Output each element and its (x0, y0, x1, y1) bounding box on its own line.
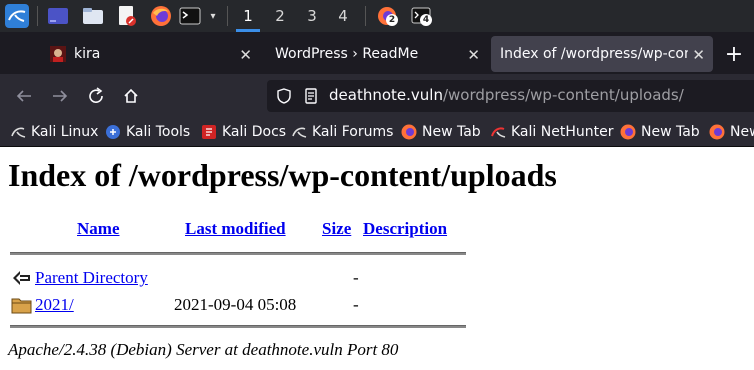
url-host: deathnote.vuln (329, 86, 443, 104)
page-title: Index of /wordpress/wp-content/uploads (8, 157, 557, 193)
taskbar: ▾ 1 2 3 4 2 4 (0, 0, 754, 32)
close-tab-icon[interactable]: ✕ (692, 46, 705, 64)
bookmark-label: New Tab (422, 124, 481, 140)
bookmark-label: Kali NetHunter (511, 124, 614, 140)
tab-strip: kira ✕ WordPress › ReadMe ✕ Index of /wo… (0, 32, 754, 74)
navigation-toolbar: deathnote.vuln/wordpress/wp-content/uplo… (0, 74, 754, 118)
firefox-window-icon[interactable]: 2 (374, 3, 400, 29)
file-manager-icon[interactable] (81, 3, 105, 29)
bookmark-label: Kali Docs (222, 124, 287, 140)
sort-by-description-link[interactable]: Description (363, 219, 447, 239)
footer-divider (10, 325, 466, 328)
sort-by-name-link[interactable]: Name (77, 219, 119, 239)
tab-wordpress-readme[interactable]: WordPress › ReadMe ✕ (264, 36, 488, 72)
sort-by-last-modified-link[interactable]: Last modified (185, 219, 286, 239)
bookmark-new-tab-3[interactable]: New Tab (709, 122, 754, 142)
home-icon[interactable] (119, 84, 143, 108)
firefox-icon (709, 124, 725, 140)
sort-by-size-link[interactable]: Size (322, 219, 351, 239)
workspace-2[interactable]: 2 (265, 0, 295, 32)
server-signature: Apache/2.4.38 (Debian) Server at deathno… (8, 340, 399, 359)
row-size: - (353, 295, 359, 314)
url-text[interactable]: deathnote.vuln/wordpress/wp-content/uplo… (329, 86, 684, 104)
tab-kira[interactable]: kira ✕ (40, 36, 260, 72)
forward-icon[interactable] (48, 84, 72, 108)
back-icon[interactable] (12, 84, 36, 108)
text-editor-icon[interactable] (115, 3, 139, 29)
firefox-window-count: 2 (386, 14, 398, 26)
bookmark-kali-forums[interactable]: Kali Forums (291, 122, 393, 142)
workspace-4[interactable]: 4 (328, 0, 358, 32)
url-path: /wordpress/wp-content/uploads/ (442, 86, 684, 104)
row-modified: 2021-09-04 05:08 (174, 295, 297, 314)
tab-index-of-uploads[interactable]: Index of /wordpress/wp-content ✕ (491, 36, 713, 72)
bookmark-label: Kali Forums (312, 124, 394, 140)
row-size: - (353, 268, 359, 287)
firefox-icon[interactable] (149, 3, 173, 29)
kali-menu-icon[interactable] (4, 3, 30, 29)
terminal-window-icon[interactable]: 4 (408, 3, 434, 29)
bookmark-kali-nethunter[interactable]: Kali NetHunter (490, 122, 613, 142)
folder-2021-link[interactable]: 2021/ (35, 295, 74, 315)
tab-title: Index of /wordpress/wp-content (500, 46, 688, 62)
kali-dragon-icon (292, 127, 307, 138)
bookmark-kali-docs[interactable]: Kali Docs (201, 122, 286, 142)
bookmarks-toolbar: Kali Linux Kali Tools Kali Docs Kali For… (0, 118, 754, 147)
back-icon (13, 271, 30, 285)
kali-tools-icon (106, 125, 120, 139)
kali-dragon-icon (11, 127, 26, 138)
shield-icon[interactable] (276, 88, 292, 104)
header-divider (10, 252, 466, 255)
bookmark-label: New Tab (641, 124, 700, 140)
terminal-window-count: 4 (420, 14, 432, 26)
page-content: Index of /wordpress/wp-content/uploads N… (0, 147, 754, 370)
bookmark-kali-tools[interactable]: Kali Tools (105, 122, 190, 142)
url-bar[interactable]: deathnote.vuln/wordpress/wp-content/uplo… (267, 80, 754, 112)
page-info-icon[interactable] (303, 88, 319, 104)
chevron-down-icon[interactable]: ▾ (206, 3, 220, 29)
show-desktop-icon[interactable] (46, 3, 70, 29)
firefox-icon (620, 124, 636, 140)
bookmark-kali-linux[interactable]: Kali Linux (10, 122, 98, 142)
bookmark-label: New Tab (730, 124, 754, 140)
firefox-icon (401, 124, 417, 140)
tab-title: WordPress › ReadMe (275, 46, 419, 62)
workspace-3[interactable]: 3 (297, 0, 327, 32)
bookmark-label: Kali Linux (31, 124, 99, 140)
kira-favicon-icon (50, 46, 66, 62)
bookmark-label: Kali Tools (126, 124, 191, 140)
terminal-icon[interactable] (179, 3, 201, 29)
nethunter-icon (491, 127, 506, 138)
bookmark-new-tab-1[interactable]: New Tab (401, 122, 481, 142)
parent-directory-link[interactable]: Parent Directory (35, 268, 148, 288)
kali-docs-icon (202, 125, 216, 139)
workspace-1[interactable]: 1 (233, 0, 263, 32)
close-tab-icon[interactable]: ✕ (239, 46, 252, 64)
close-tab-icon[interactable]: ✕ (467, 46, 480, 64)
bookmark-new-tab-2[interactable]: New Tab (620, 122, 700, 142)
folder-icon (11, 298, 32, 314)
new-tab-button[interactable]: + (722, 36, 746, 72)
reload-icon[interactable] (84, 84, 108, 108)
tab-title: kira (74, 46, 101, 62)
